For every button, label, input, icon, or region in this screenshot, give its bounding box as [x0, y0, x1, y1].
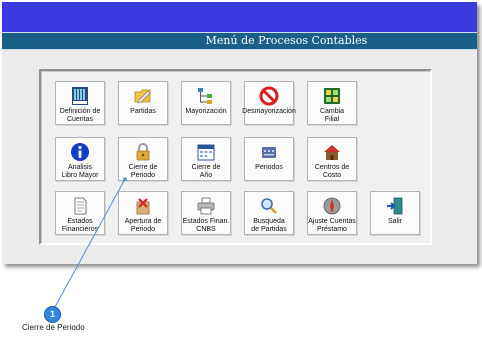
callout-leader-line	[54, 177, 127, 308]
callout-marker: 1	[44, 306, 61, 323]
callout-caption: Cierre de Periodo	[22, 323, 85, 332]
